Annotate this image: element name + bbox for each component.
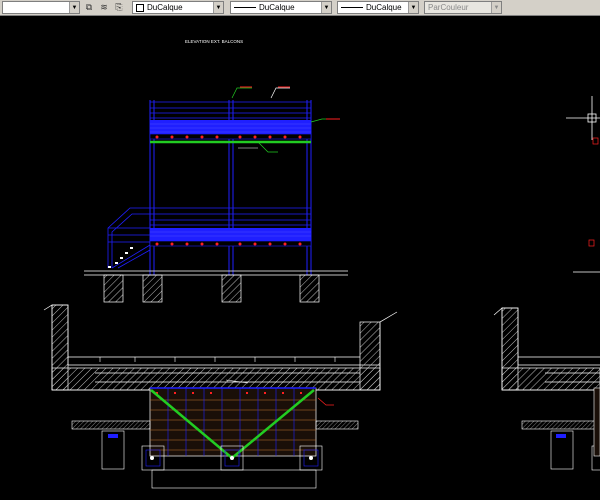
footing	[299, 274, 320, 303]
balcony-elevation[interactable]	[84, 86, 348, 303]
chevron-down-icon[interactable]: ▼	[213, 2, 223, 13]
color-dropdown-value: DuCalque	[147, 3, 183, 12]
lineweight-dropdown-value: DuCalque	[366, 3, 402, 12]
properties-toolbar: ▼ ⧉ ≋ ⎘ DuCalque ▼ DuCalque ▼ DuCalque ▼…	[0, 0, 600, 16]
lineweight-preview	[341, 7, 363, 8]
color-dropdown[interactable]: DuCalque ▼	[132, 1, 224, 14]
layer-dropdown[interactable]: ▼	[2, 1, 80, 14]
layer-states-icon[interactable]: ⎘	[113, 2, 125, 14]
plotstyle-dropdown: ParCouleur ▼	[424, 1, 502, 14]
chevron-down-icon[interactable]: ▼	[408, 2, 418, 13]
chevron-down-icon[interactable]: ▼	[321, 2, 331, 13]
lower-slab	[150, 228, 311, 241]
linetype-dropdown[interactable]: DuCalque ▼	[230, 1, 332, 14]
chevron-down-icon[interactable]: ▼	[69, 2, 79, 13]
staircase	[107, 207, 151, 269]
drawing-canvas[interactable]: ELEVATION EXT. BALCONS	[0, 16, 600, 500]
layer-make-current-icon[interactable]: ⧉	[83, 2, 95, 14]
right-partial-drawing[interactable]	[493, 96, 600, 471]
crosshair-cursor-icon	[566, 96, 600, 140]
layer-previous-icon[interactable]: ≋	[98, 2, 110, 14]
footing	[221, 274, 242, 303]
linetype-dropdown-value: DuCalque	[259, 3, 295, 12]
balcony-section[interactable]	[43, 304, 398, 489]
footing	[103, 274, 124, 303]
linetype-preview	[234, 7, 256, 8]
plotstyle-dropdown-value: ParCouleur	[428, 3, 469, 12]
chevron-down-icon: ▼	[491, 2, 501, 13]
drawing-title: ELEVATION EXT. BALCONS	[185, 39, 243, 44]
drawing-svg: ELEVATION EXT. BALCONS	[43, 39, 600, 489]
lineweight-dropdown[interactable]: DuCalque ▼	[337, 1, 419, 14]
color-swatch	[136, 3, 144, 12]
footing	[142, 274, 163, 303]
